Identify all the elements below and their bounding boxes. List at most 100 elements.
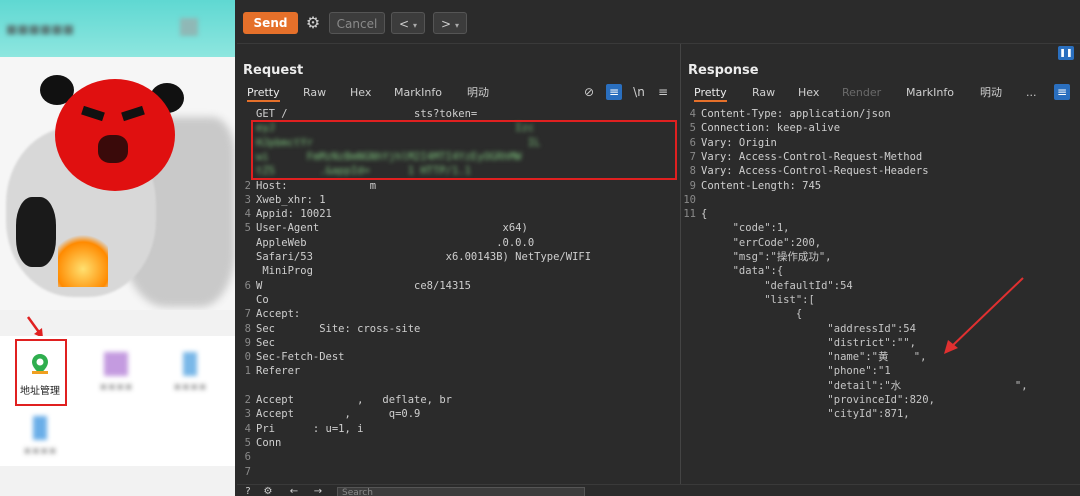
history-back-button[interactable]: < ▾ xyxy=(391,12,425,34)
code-line: AppleWeb .0.0.0 xyxy=(237,236,680,250)
arrow-right-icon[interactable]: → xyxy=(311,486,325,496)
pretty-format-icon[interactable]: ≡ xyxy=(1054,84,1070,100)
code-line: 8 Vary: Access-Control-Request-Headers xyxy=(682,164,1080,178)
code-line: "errCode":200, xyxy=(682,236,1080,250)
line-text: "msg":"操作成功", xyxy=(701,251,832,263)
tab-hex[interactable]: Hex xyxy=(798,84,819,102)
arrow-left-icon[interactable]: ← xyxy=(287,486,301,496)
code-line: 10 xyxy=(682,193,1080,207)
line-text: Pri : u=1, i xyxy=(256,422,364,435)
tab-render[interactable]: Render xyxy=(842,84,881,102)
code-line: 9 Content-Length: 745 xyxy=(682,179,1080,193)
line-number: 4 xyxy=(244,422,251,435)
cancel-button[interactable]: Cancel xyxy=(329,12,385,34)
code-line: 7 Accept: xyxy=(237,307,680,321)
code-line xyxy=(237,379,680,393)
history-forward-button[interactable]: > ▾ xyxy=(433,12,467,34)
forward-label: > xyxy=(440,17,452,31)
chevron-down-icon[interactable]: ▾ xyxy=(413,21,417,30)
code-line: 4 Content-Type: application/json xyxy=(682,107,1080,121)
banner-image xyxy=(0,57,235,310)
code-line: 5 Conn xyxy=(237,436,680,450)
help-icon[interactable]: ? xyxy=(241,486,255,496)
line-number: 11 xyxy=(683,208,696,221)
response-title: Response xyxy=(688,63,759,78)
line-number: 3 xyxy=(244,193,251,206)
line-text: "list":[ xyxy=(701,293,815,306)
eye-off-icon[interactable]: ⊘ xyxy=(581,84,597,100)
menu-icon[interactable]: ≡ xyxy=(655,84,671,100)
code-line: MiniProg xyxy=(237,264,680,278)
line-number: 5 xyxy=(244,222,251,235)
line-text: W ce8/14315 xyxy=(256,279,471,292)
code-line: "code":1, xyxy=(682,221,1080,235)
line-text: "name":"黄 ", xyxy=(701,351,927,364)
tab-raw[interactable]: Raw xyxy=(752,84,775,102)
line-text: Vary: Origin xyxy=(701,136,777,149)
line-number: 7 xyxy=(244,308,251,321)
app-icon xyxy=(104,352,128,376)
grid-item-3[interactable]: ×××× xyxy=(162,344,218,406)
code-line: 7 xyxy=(237,465,680,479)
line-number: 7 xyxy=(689,150,696,163)
layout-toggle-icon[interactable]: ❚❚ xyxy=(1058,46,1074,60)
tab-markinfo[interactable]: MarkInfo xyxy=(906,84,954,102)
newline-toggle-icon[interactable]: \n xyxy=(631,84,647,100)
line-number: 8 xyxy=(689,165,696,178)
line-number: 6 xyxy=(244,451,251,464)
tab-pretty[interactable]: Pretty xyxy=(694,84,727,102)
gear-icon[interactable]: ⚙ xyxy=(303,12,323,34)
line-number: 6 xyxy=(244,279,251,292)
line-text: "addressId":54 xyxy=(701,322,916,335)
line-text: Connection: keep-alive xyxy=(701,122,841,135)
grid-item-2[interactable]: ×××× xyxy=(88,344,144,406)
line-text: "defaultId":54 xyxy=(701,279,853,292)
tab-mingdong[interactable]: 明动 xyxy=(467,84,489,102)
code-line: 2 Accept , deflate, br xyxy=(237,393,680,407)
code-line: 5 User-Agent x64) xyxy=(237,221,680,235)
tab-hex[interactable]: Hex xyxy=(350,84,371,102)
line-text: { xyxy=(701,208,708,221)
gear-icon[interactable]: ⚙ xyxy=(261,486,275,496)
mini-program-header: ■■■■■■ xyxy=(0,0,235,57)
search-input[interactable]: Search xyxy=(337,487,585,496)
tab-more[interactable]: ... xyxy=(1026,84,1037,102)
tab-pretty[interactable]: Pretty xyxy=(247,84,280,102)
tab-mingdong[interactable]: 明动 xyxy=(980,84,1002,102)
line-text: User-Agent x64) xyxy=(256,222,528,235)
repeater-toolbar: Send ⚙ Cancel < ▾ > ▾ xyxy=(237,0,1080,44)
line-number: 2 xyxy=(244,394,251,406)
response-pane: ❚❚ Response Pretty Raw Hex Render MarkIn… xyxy=(682,44,1080,484)
tab-raw[interactable]: Raw xyxy=(303,84,326,102)
tab-markinfo[interactable]: MarkInfo xyxy=(394,84,442,102)
red-arrow-annotation xyxy=(944,277,1024,354)
grid-item-label: ×××× xyxy=(173,382,207,393)
code-line: 8 Sec Site: cross-site xyxy=(237,322,680,336)
close-icon[interactable] xyxy=(180,18,198,36)
line-number: 5 xyxy=(244,436,251,449)
line-text: Vary: Access-Control-Request-Method xyxy=(701,150,923,163)
grid-item-4[interactable]: ×××× xyxy=(12,408,68,470)
line-text: Host: m xyxy=(256,179,377,192)
code-line: 1 Referer xyxy=(237,364,680,378)
code-line: 0 Sec-Fetch-Dest xyxy=(237,350,680,364)
code-line: 6 W ce8/14315 xyxy=(237,279,680,293)
line-text: Safari/53 x6.00143B) NetType/WIFI xyxy=(256,251,592,263)
sticker-arm xyxy=(16,197,56,267)
grid-item-label: ×××× xyxy=(23,446,57,457)
line-text: Content-Length: 745 xyxy=(701,179,822,192)
chevron-down-icon[interactable]: ▾ xyxy=(455,21,459,30)
pretty-format-icon[interactable]: ≡ xyxy=(606,84,622,100)
grid-item-label: ×××× xyxy=(99,382,133,393)
line-text: AppleWeb .0.0.0 xyxy=(256,236,535,249)
line-text: Appid: 10021 xyxy=(256,208,332,221)
line-text: MiniProg xyxy=(256,265,313,278)
send-button[interactable]: Send xyxy=(243,12,298,34)
line-number: 0 xyxy=(244,351,251,364)
line-number: 10 xyxy=(683,193,696,206)
line-text: { xyxy=(701,308,803,321)
code-line: 5 Connection: keep-alive xyxy=(682,121,1080,135)
line-text: "code":1, xyxy=(701,222,790,235)
code-line: 6 xyxy=(237,450,680,464)
code-line: 4 Appid: 10021 xyxy=(237,207,680,221)
